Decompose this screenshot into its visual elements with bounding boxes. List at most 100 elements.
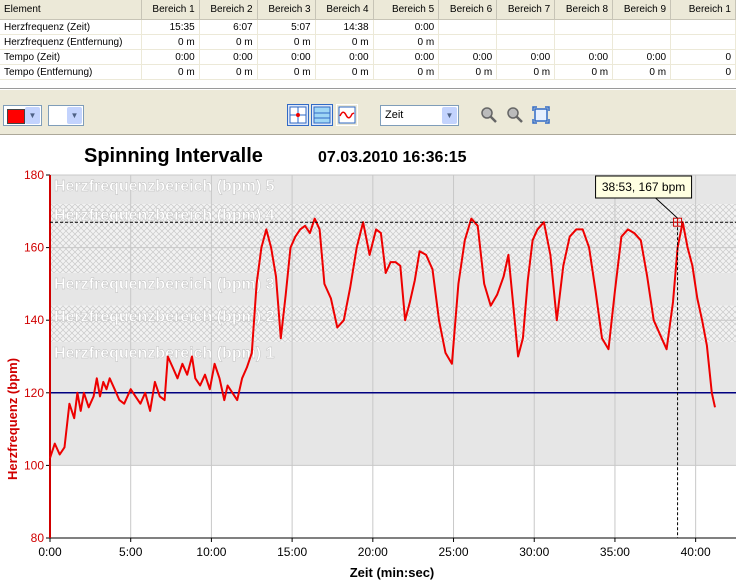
column-header[interactable]: Bereich 2 <box>199 0 258 20</box>
row-label: Herzfrequenz (Zeit) <box>0 19 142 35</box>
table-cell: 0:00 <box>257 49 316 65</box>
x-tick-label: 25:00 <box>439 545 469 559</box>
zones-toggle-button[interactable] <box>311 104 333 126</box>
table-cell <box>496 19 556 35</box>
table-cell <box>554 19 614 35</box>
x-tick-label: 35:00 <box>600 545 630 559</box>
heart-rate-chart[interactable]: Herzfrequenzbereich (bpm) 5 Herzfrequenzb… <box>0 135 736 581</box>
y-tick-label: 100 <box>24 458 44 472</box>
table-cell <box>496 34 556 50</box>
column-header[interactable]: Bereich 4 <box>315 0 374 20</box>
zoom-out-button[interactable] <box>506 106 524 129</box>
x-tick-label: 40:00 <box>681 545 711 559</box>
table-row[interactable]: Herzfrequenz (Zeit) 15:35 6:07 5:07 14:3… <box>0 19 736 35</box>
row-label: Tempo (Zeit) <box>0 49 142 65</box>
table-cell: 0 m <box>141 64 200 80</box>
x-tick-label: 30:00 <box>519 545 549 559</box>
zoom-in-icon <box>481 107 497 123</box>
column-header[interactable]: Bereich 5 <box>373 0 440 20</box>
cursor-tooltip-text: 38:53, 167 bpm <box>602 180 685 194</box>
table-cell: 0:00 <box>141 49 200 65</box>
chart-toolbar: ▼ ▼ Zeit ▼ <box>0 96 736 135</box>
table-cell <box>438 19 498 35</box>
y-tick-label: 140 <box>24 313 44 327</box>
xaxis-mode-dropdown[interactable]: Zeit ▼ <box>380 105 459 126</box>
table-cell: 0:00 <box>373 19 440 35</box>
column-header[interactable]: Bereich 3 <box>257 0 316 20</box>
line-style-dropdown[interactable]: ▼ <box>48 105 84 126</box>
column-header[interactable]: Bereich 9 <box>612 0 672 20</box>
table-header-row: Element Bereich 1 Bereich 2 Bereich 3 Be… <box>0 0 736 20</box>
zoom-out-icon <box>507 107 523 123</box>
zone-label-1: Herzfrequenzbereich (bpm) 1 <box>54 345 275 362</box>
column-header[interactable]: Bereich 1 <box>141 0 200 20</box>
column-header[interactable]: Bereich 8 <box>554 0 614 20</box>
table-row[interactable]: Tempo (Entfernung) 0 m 0 m 0 m 0 m 0 m 0… <box>0 64 736 80</box>
color-swatch <box>7 109 25 124</box>
table-cell: 6:07 <box>199 19 258 35</box>
zone-label-4: Herzfrequenzbereich (bpm) 4 <box>54 207 275 224</box>
xaxis-mode-value: Zeit <box>385 109 404 121</box>
line-color-dropdown[interactable]: ▼ <box>3 105 42 126</box>
table-cell: 0:00 <box>612 49 672 65</box>
table-cell: 0 <box>670 64 736 80</box>
chart-subtitle: 07.03.2010 16:36:15 <box>318 149 467 166</box>
table-cell: 0:00 <box>438 49 498 65</box>
zone-summary-table: Element Bereich 1 Bereich 2 Bereich 3 Be… <box>0 0 736 89</box>
table-cell: 0 m <box>315 34 374 50</box>
table-cell: 0 m <box>199 64 258 80</box>
table-cell <box>670 19 736 35</box>
x-tick-label: 0:00 <box>38 545 62 559</box>
table-cell: 14:38 <box>315 19 374 35</box>
table-row[interactable]: Herzfrequenz (Entfernung) 0 m 0 m 0 m 0 … <box>0 34 736 50</box>
column-header[interactable]: Bereich 7 <box>496 0 556 20</box>
y-tick-label: 160 <box>24 241 44 255</box>
table-cell <box>554 34 614 50</box>
column-header[interactable]: Bereich 6 <box>438 0 498 20</box>
table-cell: 5:07 <box>257 19 316 35</box>
crosshair-icon <box>289 106 307 124</box>
table-cell: 0:00 <box>554 49 614 65</box>
zone-label-2: Herzfrequenzbereich (bpm) 2 <box>54 309 275 326</box>
table-cell: 0:00 <box>373 49 440 65</box>
table-cell: 0 m <box>199 34 258 50</box>
chevron-down-icon[interactable]: ▼ <box>442 107 457 124</box>
x-tick-label: 10:00 <box>196 545 226 559</box>
zone-label-5: Herzfrequenzbereich (bpm) 5 <box>54 178 275 195</box>
chevron-down-icon[interactable]: ▼ <box>25 107 40 124</box>
zone-label-3: Herzfrequenzbereich (bpm) 3 <box>54 276 275 293</box>
row-label: Herzfrequenz (Entfernung) <box>0 34 142 50</box>
table-cell: 0 m <box>554 64 614 80</box>
table-cell <box>438 34 498 50</box>
column-header[interactable]: Element <box>0 0 142 20</box>
table-cell: 0 m <box>612 64 672 80</box>
chevron-down-icon[interactable]: ▼ <box>67 107 82 124</box>
x-tick-label: 20:00 <box>358 545 388 559</box>
table-cell: 0 m <box>373 34 440 50</box>
x-axis-label: Zeit (min:sec) <box>350 565 435 580</box>
table-cell: 15:35 <box>141 19 200 35</box>
zoom-in-button[interactable] <box>480 106 498 129</box>
y-tick-label: 80 <box>31 531 45 545</box>
table-cell: 0 m <box>373 64 440 80</box>
y-tick-label: 120 <box>24 386 44 400</box>
table-cell: 0 m <box>141 34 200 50</box>
table-row[interactable]: Tempo (Zeit) 0:00 0:00 0:00 0:00 0:00 0:… <box>0 49 736 65</box>
column-header[interactable]: Bereich 1 <box>670 0 736 20</box>
x-tick-label: 5:00 <box>119 545 143 559</box>
table-cell: 0 m <box>438 64 498 80</box>
table-cell: 0:00 <box>496 49 556 65</box>
table-cell <box>612 34 672 50</box>
chart-title: Spinning Intervalle <box>84 145 263 167</box>
zones-icon <box>313 106 331 124</box>
smooth-curve-button[interactable] <box>336 104 358 126</box>
table-cell <box>612 19 672 35</box>
y-tick-label: 180 <box>24 168 44 182</box>
fit-icon <box>532 106 550 124</box>
x-tick-label: 15:00 <box>277 545 307 559</box>
table-cell: 0 m <box>257 64 316 80</box>
table-cell <box>670 34 736 50</box>
table-cell: 0 m <box>496 64 556 80</box>
zoom-fit-button[interactable] <box>532 106 550 129</box>
crosshair-cursor-button[interactable] <box>287 104 309 126</box>
